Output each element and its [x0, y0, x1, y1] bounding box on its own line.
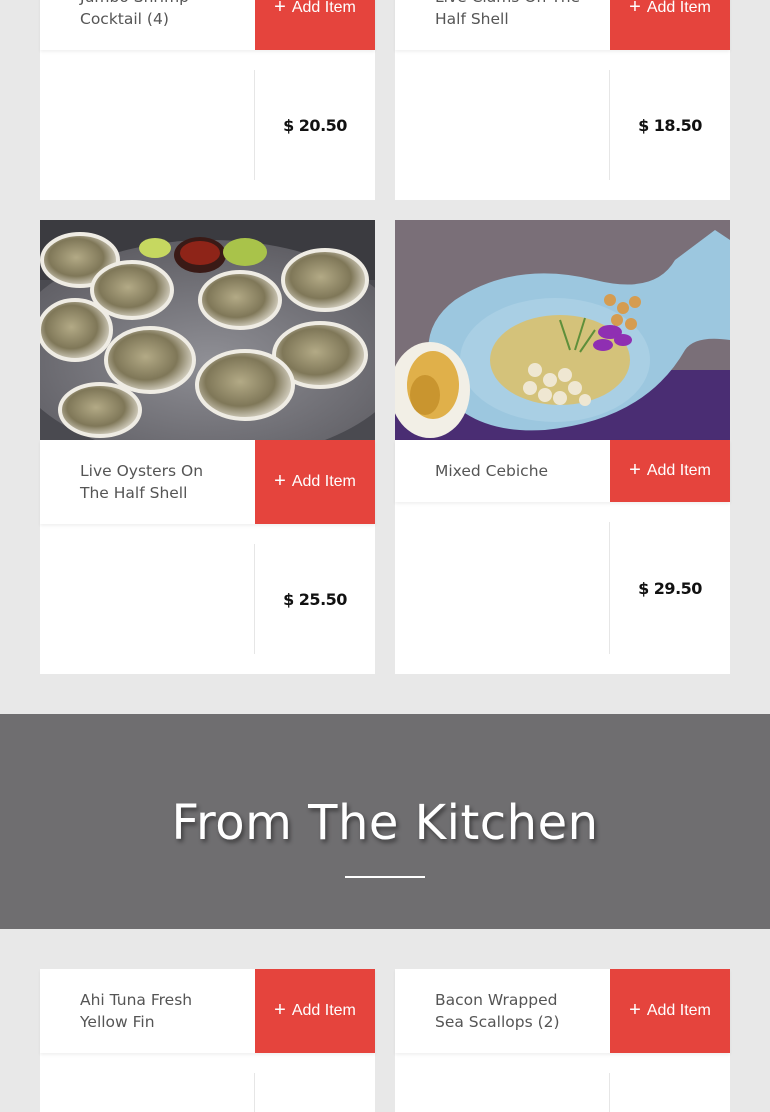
add-item-label: Add Item	[646, 462, 711, 479]
plus-icon: +	[629, 459, 641, 481]
add-item-button[interactable]: + Add Item	[610, 0, 730, 50]
item-price: $ 29.50	[638, 578, 702, 598]
add-item-label: Add Item	[646, 1002, 711, 1019]
menu-card: Jumbo Shrimp Cocktail (4) + Add Item $ 2…	[40, 0, 375, 200]
item-description	[395, 522, 610, 654]
card-header: Ahi Tuna Fresh Yellow Fin + Add Item	[40, 969, 375, 1053]
plus-icon: +	[629, 0, 641, 18]
plus-icon: +	[274, 470, 286, 492]
add-item-button[interactable]: + Add Item	[610, 440, 730, 502]
card-header: Bacon Wrapped Sea Scallops (2) + Add Ite…	[395, 969, 730, 1053]
item-name: Jumbo Shrimp Cocktail (4)	[80, 0, 189, 28]
card-body: $ 18.50	[395, 50, 730, 200]
item-description	[40, 1073, 255, 1112]
item-description	[40, 544, 255, 654]
add-item-label: Add Item	[291, 473, 356, 490]
card-header: Live Clams On The Half Shell + Add Item	[395, 0, 730, 50]
menu-card: Live Clams On The Half Shell + Add Item …	[395, 0, 730, 200]
add-item-button[interactable]: + Add Item	[610, 969, 730, 1053]
item-name: Ahi Tuna Fresh Yellow Fin	[80, 991, 193, 1031]
card-header: Jumbo Shrimp Cocktail (4) + Add Item	[40, 0, 375, 50]
item-description	[395, 70, 610, 180]
add-item-button[interactable]: + Add Item	[255, 440, 375, 524]
card-body: $ 20.50	[40, 50, 375, 200]
menu-card: Live Oysters On The Half Shell + Add Ite…	[40, 220, 375, 674]
card-body: $ 25.50	[40, 524, 375, 674]
add-item-label: Add Item	[291, 0, 356, 16]
item-name: Mixed Cebiche	[435, 462, 549, 480]
cebiche-photo[interactable]	[395, 220, 730, 440]
item-name: Live Clams On The Half Shell	[435, 0, 580, 28]
section-divider	[345, 876, 425, 878]
oysters-photo[interactable]	[40, 220, 375, 440]
add-item-button[interactable]: + Add Item	[255, 0, 375, 50]
item-price	[255, 1073, 375, 1112]
item-price: $ 25.50	[283, 589, 347, 609]
menu-card: Mixed Cebiche + Add Item $ 29.50	[395, 220, 730, 674]
section-header: From The Kitchen	[0, 714, 770, 929]
menu-card: Ahi Tuna Fresh Yellow Fin + Add Item	[40, 969, 375, 1112]
card-header: Mixed Cebiche + Add Item	[395, 440, 730, 502]
plus-icon: +	[629, 999, 641, 1021]
plus-icon: +	[274, 999, 286, 1021]
add-item-button[interactable]: + Add Item	[255, 969, 375, 1053]
item-description	[40, 70, 255, 180]
item-name: Bacon Wrapped Sea Scallops (2)	[435, 991, 560, 1031]
item-price: $ 20.50	[283, 115, 347, 135]
menu-card: Bacon Wrapped Sea Scallops (2) + Add Ite…	[395, 969, 730, 1112]
card-header: Live Oysters On The Half Shell + Add Ite…	[40, 440, 375, 524]
item-description	[395, 1073, 610, 1112]
plus-icon: +	[274, 0, 286, 18]
item-price: $ 18.50	[638, 115, 702, 135]
card-body: $ 29.50	[395, 502, 730, 674]
item-price	[610, 1073, 730, 1112]
add-item-label: Add Item	[646, 0, 711, 16]
add-item-label: Add Item	[291, 1002, 356, 1019]
card-body	[395, 1053, 730, 1112]
item-name: Live Oysters On The Half Shell	[80, 462, 204, 502]
card-body	[40, 1053, 375, 1112]
section-title: From The Kitchen	[171, 795, 599, 851]
